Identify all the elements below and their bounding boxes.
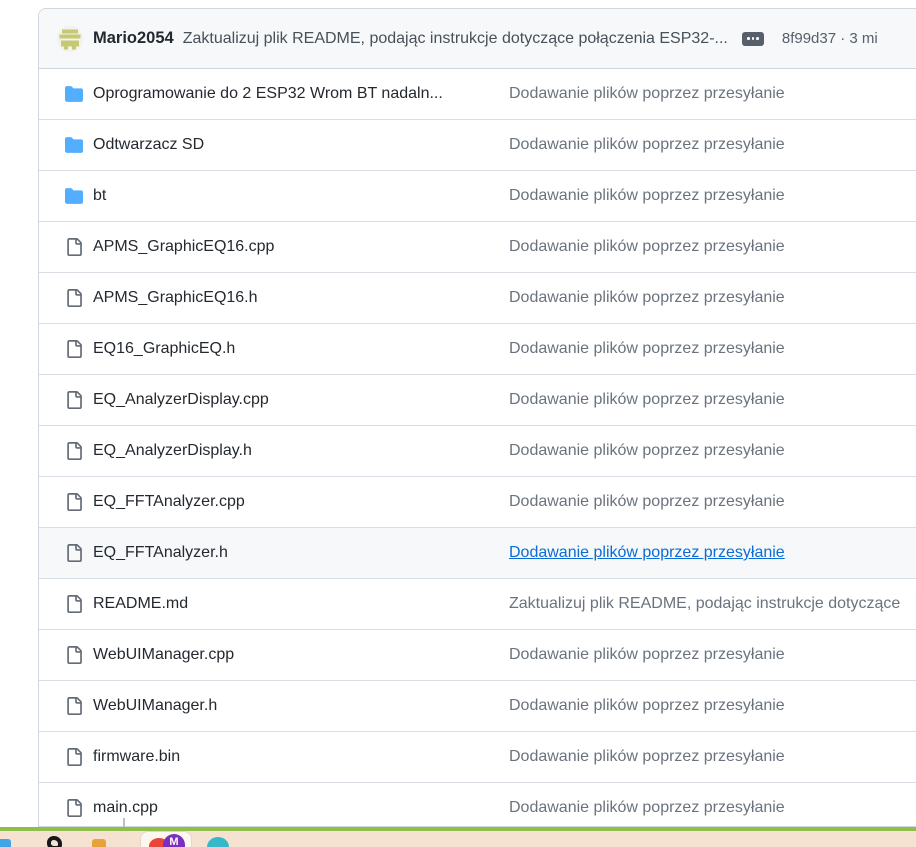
file-name-link[interactable]: APMS_GraphicEQ16.h <box>93 289 258 307</box>
commit-message-link[interactable]: Zaktualizuj plik README, podając instruk… <box>509 595 900 613</box>
commit-message-link[interactable]: Dodawanie plików poprzez przesyłanie <box>509 85 785 103</box>
commit-message-link[interactable]: Dodawanie plików poprzez przesyłanie <box>509 340 785 358</box>
file-name-link[interactable]: Odtwarzacz SD <box>93 136 204 154</box>
taskbar: M <box>0 831 916 847</box>
file-list: Oprogramowanie do 2 ESP32 Wrom BT nadaln… <box>39 69 916 826</box>
commit-message-link[interactable]: Dodawanie plików poprzez przesyłanie <box>509 544 785 562</box>
file-icon <box>65 799 83 817</box>
file-row: EQ_FFTAnalyzer.h Dodawanie plików poprze… <box>39 528 916 579</box>
commit-message-link[interactable]: Dodawanie plików poprzez przesyłanie <box>509 646 785 664</box>
file-icon <box>65 595 83 613</box>
file-row: EQ_AnalyzerDisplay.h Dodawanie plików po… <box>39 426 916 477</box>
commit-message-link[interactable]: Dodawanie plików poprzez przesyłanie <box>509 289 785 307</box>
folder-icon <box>65 136 83 154</box>
file-icon <box>65 289 83 307</box>
file-name-link[interactable]: firmware.bin <box>93 748 180 766</box>
file-name-link[interactable]: EQ_FFTAnalyzer.h <box>93 544 228 562</box>
file-name-link[interactable]: EQ_AnalyzerDisplay.cpp <box>93 391 269 409</box>
file-row: EQ_FFTAnalyzer.cpp Dodawanie plików popr… <box>39 477 916 528</box>
file-row: README.md Zaktualizuj plik README, podaj… <box>39 579 916 630</box>
file-icon <box>65 493 83 511</box>
commit-message-link[interactable]: Dodawanie plików poprzez przesyłanie <box>509 391 785 409</box>
file-row: EQ16_GraphicEQ.h Dodawanie plików poprze… <box>39 324 916 375</box>
commit-message-link[interactable]: Dodawanie plików poprzez przesyłanie <box>509 442 785 460</box>
file-name-link[interactable]: Oprogramowanie do 2 ESP32 Wrom BT nadaln… <box>93 85 443 103</box>
file-row: APMS_GraphicEQ16.cpp Dodawanie plików po… <box>39 222 916 273</box>
file-icon <box>65 544 83 562</box>
file-name-link[interactable]: README.md <box>93 595 188 613</box>
file-row: APMS_GraphicEQ16.h Dodawanie plików popr… <box>39 273 916 324</box>
commit-message-link[interactable]: Dodawanie plików poprzez przesyłanie <box>509 136 785 154</box>
file-row: Oprogramowanie do 2 ESP32 Wrom BT nadaln… <box>39 69 916 120</box>
file-icon <box>65 238 83 256</box>
commit-author[interactable]: Mario2054 <box>93 29 174 48</box>
file-icon <box>65 340 83 358</box>
orange-app-icon[interactable] <box>92 839 106 847</box>
identicon-image <box>57 25 83 52</box>
ellipsis-icon[interactable] <box>741 31 764 46</box>
repo-file-table: Mario2054 Zaktualizuj plik README, podaj… <box>38 8 916 827</box>
file-icon <box>65 697 83 715</box>
file-row: EQ_AnalyzerDisplay.cpp Dodawanie plików … <box>39 375 916 426</box>
commit-message-link[interactable]: Dodawanie plików poprzez przesyłanie <box>509 493 785 511</box>
commit-message-link[interactable]: Dodawanie plików poprzez przesyłanie <box>509 799 785 817</box>
folder-icon <box>65 187 83 205</box>
file-row: WebUIManager.cpp Dodawanie plików poprze… <box>39 630 916 681</box>
file-icon <box>65 748 83 766</box>
avatar[interactable] <box>57 25 83 52</box>
commit-hash-and-time[interactable]: 8f99d37 · 3 mi <box>782 30 878 47</box>
file-icon <box>65 442 83 460</box>
file-row: Odtwarzacz SD Dodawanie plików poprzez p… <box>39 120 916 171</box>
commit-message-link[interactable]: Dodawanie plików poprzez przesyłanie <box>509 238 785 256</box>
file-name-link[interactable]: APMS_GraphicEQ16.cpp <box>93 238 274 256</box>
file-name-link[interactable]: EQ16_GraphicEQ.h <box>93 340 235 358</box>
file-name-link[interactable]: WebUIManager.h <box>93 697 217 715</box>
file-name-link[interactable]: EQ_AnalyzerDisplay.h <box>93 442 252 460</box>
file-name-link[interactable]: main.cpp <box>93 799 158 817</box>
blue-app-icon[interactable] <box>0 839 11 847</box>
file-name-link[interactable]: bt <box>93 187 106 205</box>
commit-message-link[interactable]: Dodawanie plików poprzez przesyłanie <box>509 748 785 766</box>
black-app-icon[interactable] <box>47 836 62 847</box>
folder-icon <box>65 85 83 103</box>
commit-message-link[interactable]: Dodawanie plików poprzez przesyłanie <box>509 697 785 715</box>
file-icon <box>65 646 83 664</box>
file-name-link[interactable]: EQ_FFTAnalyzer.cpp <box>93 493 245 511</box>
teal-app-icon[interactable] <box>207 837 229 847</box>
file-row: firmware.bin Dodawanie plików poprzez pr… <box>39 732 916 783</box>
latest-commit-header: Mario2054 Zaktualizuj plik README, podaj… <box>39 9 916 69</box>
file-row: bt Dodawanie plików poprzez przesyłanie <box>39 171 916 222</box>
file-row: main.cpp Dodawanie plików poprzez przesy… <box>39 783 916 826</box>
file-name-link[interactable]: WebUIManager.cpp <box>93 646 234 664</box>
file-row: WebUIManager.h Dodawanie plików poprzez … <box>39 681 916 732</box>
file-icon <box>65 391 83 409</box>
commit-message-header[interactable]: Zaktualizuj plik README, podając instruk… <box>183 30 728 48</box>
commit-message-link[interactable]: Dodawanie plików poprzez przesyłanie <box>509 187 785 205</box>
